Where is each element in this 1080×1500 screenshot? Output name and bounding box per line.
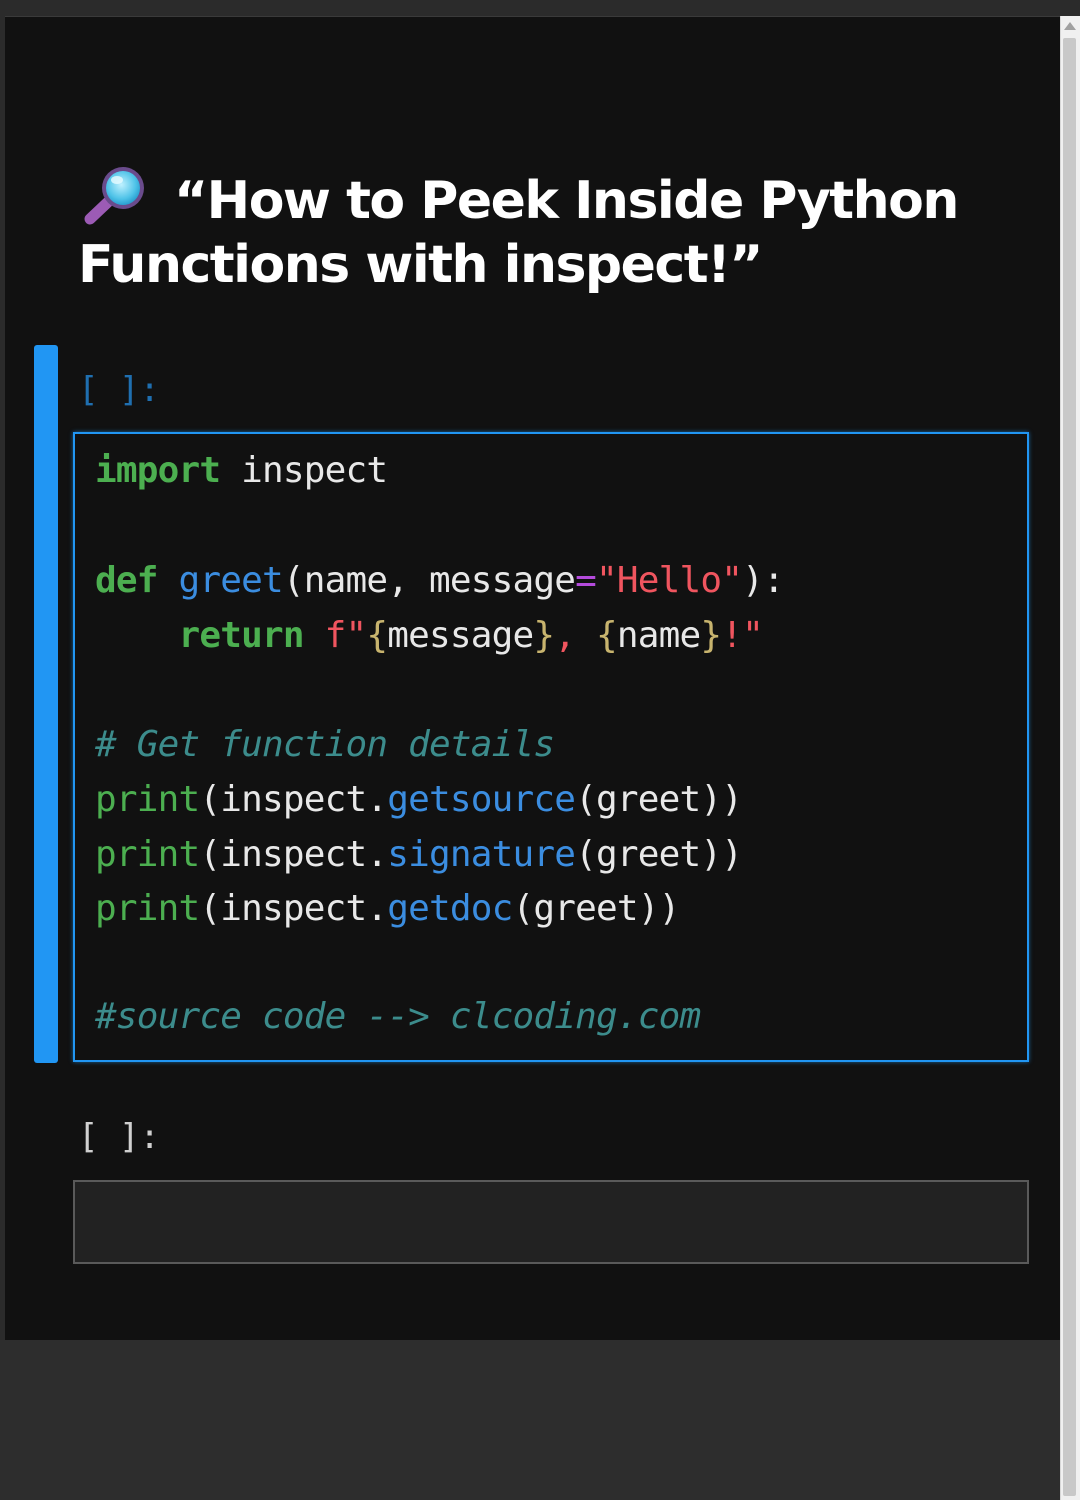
code-line-def: def greet(name, message="Hello"):: [95, 560, 785, 601]
keyword-token: def: [95, 560, 158, 601]
cell-prompt: [ ]:: [78, 370, 160, 410]
code-text: (inspect.: [199, 834, 388, 875]
code-line-print-signature: print(inspect.signature(greet)): [95, 834, 743, 875]
operator-token: =: [575, 560, 597, 601]
scroll-up-arrow-icon[interactable]: [1064, 22, 1076, 30]
code-text: (greet)): [575, 834, 743, 875]
code-text: inspect: [220, 450, 388, 491]
code-line-import: import inspect: [95, 450, 388, 491]
code-line-return: return f"{message}, {name}!": [95, 615, 764, 656]
title-text: “How to Peek Inside Python Functions wit…: [78, 171, 959, 295]
code-line-comment: # Get function details: [95, 724, 555, 765]
code-text: ):: [742, 560, 785, 601]
comment-token: #source code --> clcoding.com: [95, 996, 701, 1037]
code-cell-editor[interactable]: import inspect def greet(name, message="…: [73, 432, 1029, 1062]
builtin-token: print: [95, 834, 200, 875]
code-text: (inspect.: [199, 888, 388, 929]
scrollbar-thumb[interactable]: [1063, 38, 1076, 1496]
brace-token: }: [700, 615, 722, 656]
notebook-title: “How to Peek Inside Python Functions wit…: [78, 166, 1028, 297]
string-token: ,: [554, 615, 596, 656]
function-name-token: signature: [387, 834, 576, 875]
keyword-token: import: [95, 450, 221, 491]
active-cell-indicator[interactable]: [34, 345, 58, 1063]
code-text: (greet)): [512, 888, 681, 929]
code-text: (greet)): [575, 779, 743, 820]
magnifying-glass-icon: [84, 167, 144, 225]
builtin-token: print: [95, 779, 200, 820]
code-text: (name, message: [282, 560, 576, 601]
comment-token: # Get function details: [95, 724, 555, 765]
brace-token: }: [533, 615, 555, 656]
cell-prompt: [ ]:: [78, 1117, 160, 1157]
brace-token: {: [366, 615, 388, 656]
empty-code-cell-editor[interactable]: [73, 1180, 1029, 1264]
keyword-token: return: [178, 615, 305, 656]
string-token: f": [324, 615, 368, 656]
function-name-token: getdoc: [387, 888, 513, 929]
code-line-print-getsource: print(inspect.getsource(greet)): [95, 779, 743, 820]
function-name-token: getsource: [387, 779, 576, 820]
string-token: !": [721, 615, 764, 656]
function-name-token: greet: [178, 560, 284, 601]
code-content[interactable]: import inspect def greet(name, message="…: [95, 450, 785, 1037]
builtin-token: print: [95, 888, 200, 929]
notebook-bottom-area: [0, 1340, 1060, 1500]
code-line-source-comment: #source code --> clcoding.com: [95, 996, 701, 1037]
brace-token: {: [596, 615, 618, 656]
code-text: message: [387, 615, 534, 656]
code-text: (inspect.: [199, 779, 388, 820]
window-top-bar: [0, 0, 1080, 17]
string-token: "Hello": [595, 560, 743, 601]
code-text: name: [616, 615, 701, 656]
code-line-print-getdoc: print(inspect.getdoc(greet)): [95, 888, 680, 929]
